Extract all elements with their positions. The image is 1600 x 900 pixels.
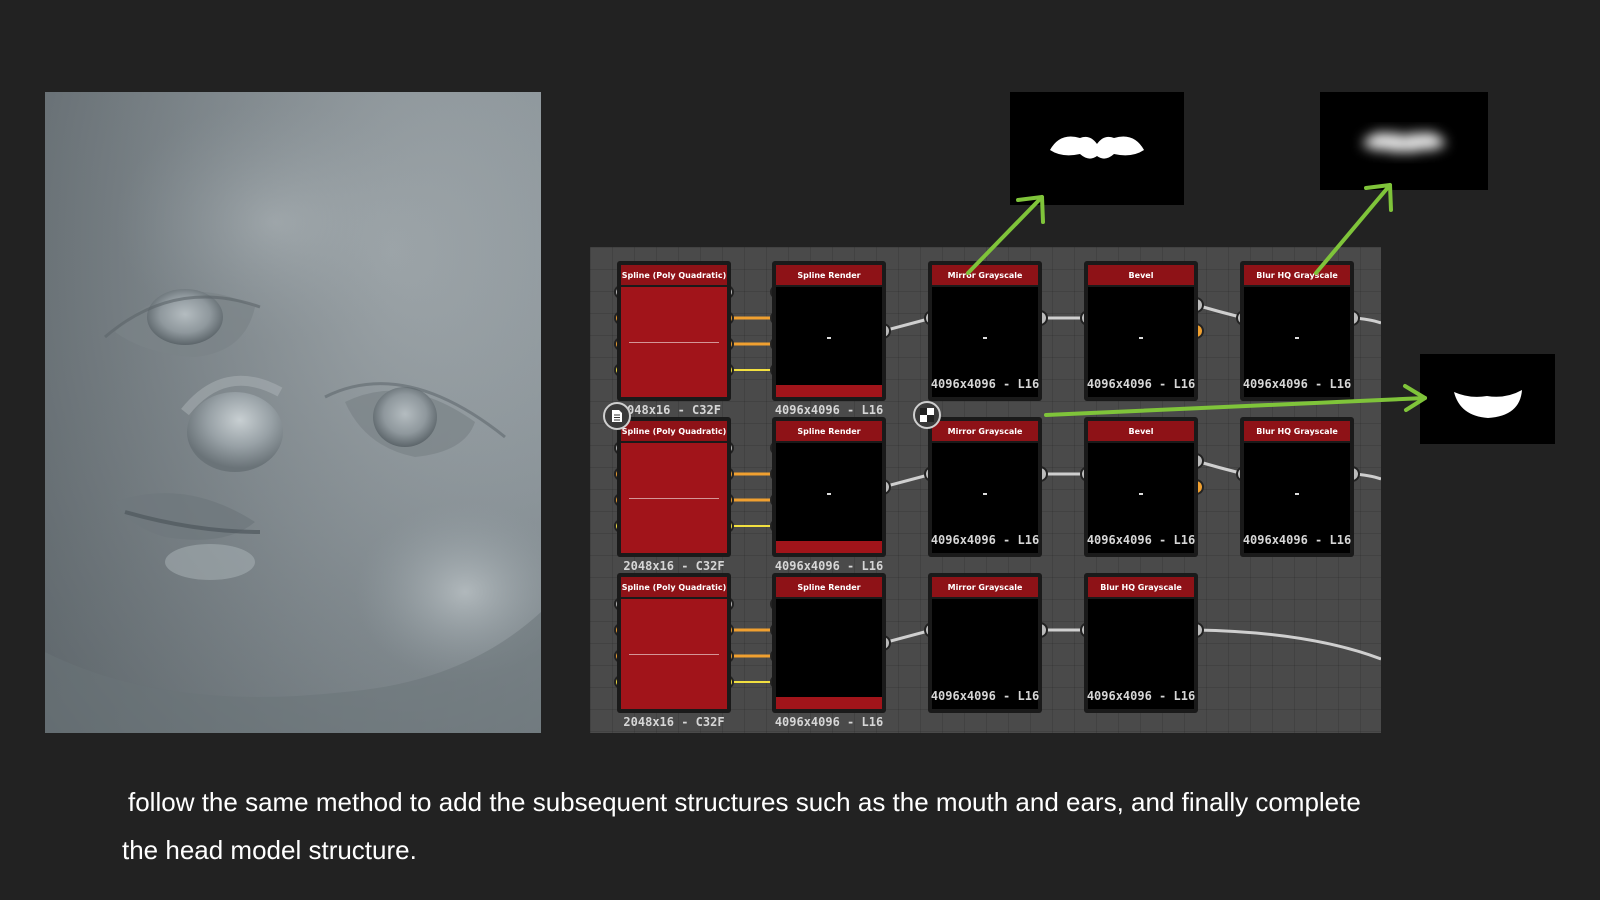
node-output-size: 4096x4096 - L16 (1086, 533, 1196, 547)
node-output-size: 4096x4096 - L16 (930, 533, 1040, 547)
blur-hq-grayscale-preview-image (1320, 92, 1488, 190)
node-preview (776, 287, 882, 397)
node-output-size: 4096x4096 - L16 (1242, 377, 1352, 391)
caption-text: follow the same method to add the subseq… (122, 778, 1542, 874)
caption-line-1: follow the same method to add the subseq… (128, 787, 1361, 817)
node-title: Spline (Poly Quadratic) (621, 265, 727, 285)
node-output-size: 4096x4096 - L16 (1086, 689, 1196, 703)
caption-line-2: the head model structure. (122, 835, 417, 865)
node-output-size: 2048x16 - C32F (623, 715, 725, 729)
node-spline-poly-quadratic[interactable]: Spline (Poly Quadratic) (617, 417, 731, 557)
node-output-size: 2048x16 - C32F (623, 559, 725, 573)
node-title: Mirror Grayscale (932, 577, 1038, 597)
node-preview (621, 599, 727, 709)
node-spline-render[interactable]: Spline Render (772, 261, 886, 401)
document-icon[interactable] (603, 402, 631, 430)
node-title: Mirror Grayscale (932, 265, 1038, 285)
node-output-size: 4096x4096 - L16 (1242, 533, 1352, 547)
node-title: Spline Render (776, 577, 882, 597)
node-title: Blur HQ Grayscale (1244, 265, 1350, 285)
node-title: Bevel (1088, 265, 1194, 285)
node-preview (776, 599, 882, 709)
node-preview (621, 443, 727, 553)
mouth-shape-preview-image (1420, 354, 1555, 444)
node-output-size: 4096x4096 - L16 (774, 715, 884, 729)
node-spline-render[interactable]: Spline Render (772, 417, 886, 557)
node-output-size: 4096x4096 - L16 (774, 403, 884, 417)
node-preview (621, 287, 727, 397)
mirror-grayscale-preview-image (1010, 92, 1184, 205)
node-output-size: 4096x4096 - L16 (1086, 377, 1196, 391)
node-title: Mirror Grayscale (932, 421, 1038, 441)
checker-icon[interactable] (913, 401, 941, 429)
node-output-size: 4096x4096 - L16 (774, 559, 884, 573)
node-spline-render[interactable]: Spline Render (772, 573, 886, 713)
node-graph-canvas[interactable]: Spline (Poly Quadratic) 048x16 - C32F Sp… (590, 247, 1381, 733)
node-title: Spline Render (776, 421, 882, 441)
node-spline-poly-quadratic[interactable]: Spline (Poly Quadratic) (617, 261, 731, 401)
node-title: Spline Render (776, 265, 882, 285)
node-title: Bevel (1088, 421, 1194, 441)
node-output-size: 4096x4096 - L16 (930, 689, 1040, 703)
node-title: Blur HQ Grayscale (1244, 421, 1350, 441)
node-spline-poly-quadratic[interactable]: Spline (Poly Quadratic) (617, 573, 731, 713)
node-title: Spline (Poly Quadratic) (621, 577, 727, 597)
node-title: Blur HQ Grayscale (1088, 577, 1194, 597)
node-preview (776, 443, 882, 553)
face-sculpt-render (45, 92, 541, 733)
node-output-size: 4096x4096 - L16 (930, 377, 1040, 391)
node-title: Spline (Poly Quadratic) (621, 421, 727, 441)
